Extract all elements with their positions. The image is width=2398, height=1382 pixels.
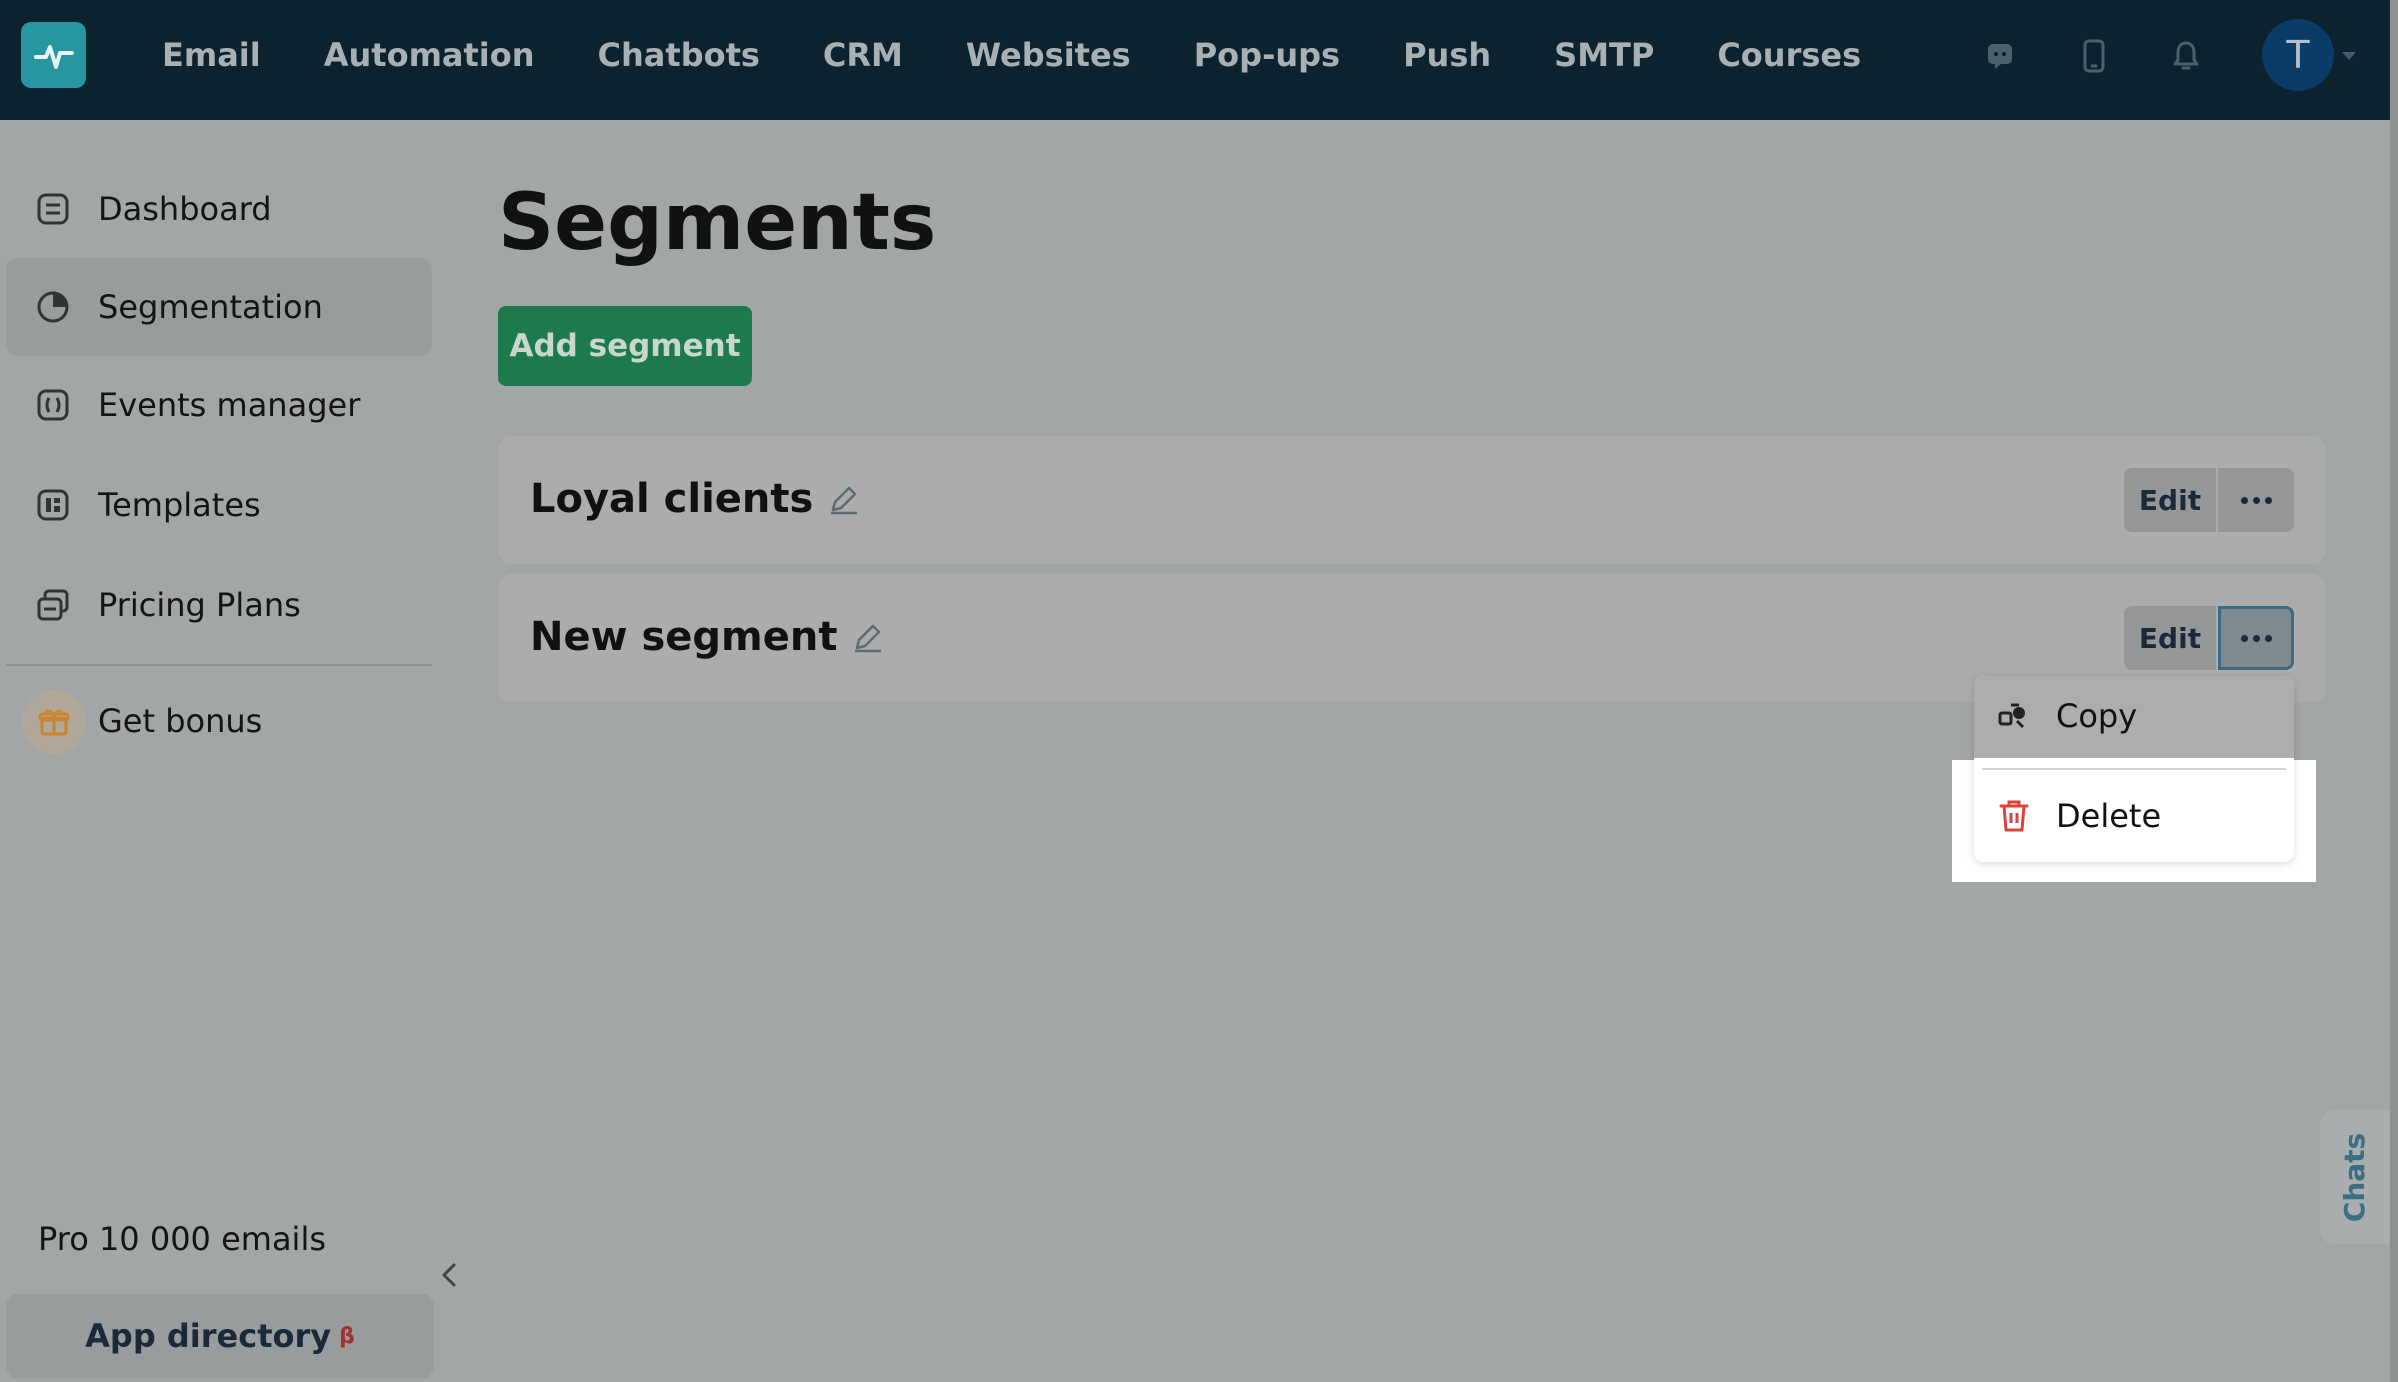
segment-options-menu: Copy Delete [1974, 676, 2294, 862]
segmentation-icon [34, 288, 72, 326]
gift-icon [22, 690, 86, 754]
segment-title: New segment [530, 614, 838, 660]
nav-crm[interactable]: CRM [823, 36, 903, 74]
edit-button[interactable]: Edit [2124, 468, 2216, 532]
segment-name: New segment [530, 614, 885, 660]
sidebar-item-dashboard[interactable]: Dashboard [6, 160, 432, 258]
plan-label: Pro 10 000 emails [38, 1220, 326, 1258]
app-directory-label: App directory [85, 1317, 332, 1355]
main-nav: Email Automation Chatbots CRM Websites P… [162, 0, 1924, 110]
chat-bubble-icon[interactable] [1980, 36, 2020, 76]
chats-label: Chats [2338, 1132, 2372, 1222]
pricing-icon [34, 586, 72, 624]
nav-popups[interactable]: Pop-ups [1194, 36, 1340, 74]
nav-smtp[interactable]: SMTP [1554, 36, 1654, 74]
chats-tab[interactable]: Chats [2320, 1110, 2390, 1244]
sidebar-item-label: Events manager [98, 386, 361, 424]
sidebar-item-templates[interactable]: Templates [6, 456, 432, 554]
sidebar-item-pricing-plans[interactable]: Pricing Plans [6, 556, 432, 654]
top-navigation-bar: Email Automation Chatbots CRM Websites P… [0, 0, 2390, 120]
dashboard-icon [34, 190, 72, 228]
mobile-icon[interactable] [2074, 36, 2114, 76]
segment-title: Loyal clients [530, 476, 814, 522]
avatar[interactable]: T [2262, 19, 2334, 91]
menu-item-copy[interactable]: Copy [1974, 676, 2294, 756]
pencil-icon[interactable] [851, 620, 885, 654]
nav-automation[interactable]: Automation [324, 36, 535, 74]
app-directory-button[interactable]: App directory β [6, 1294, 434, 1378]
pencil-icon[interactable] [827, 482, 861, 516]
sidebar-item-label: Segmentation [98, 288, 323, 326]
sidebar-item-segmentation[interactable]: Segmentation [6, 258, 432, 356]
collapse-sidebar-button[interactable] [436, 1260, 462, 1290]
menu-item-label: Copy [2056, 697, 2138, 735]
trash-icon [1996, 798, 2032, 834]
templates-icon [34, 486, 72, 524]
sidebar-divider [6, 664, 432, 666]
nav-chatbots[interactable]: Chatbots [598, 36, 760, 74]
more-options-button[interactable] [2218, 606, 2294, 670]
segment-card: Loyal clients Edit [498, 436, 2326, 564]
sidebar-item-label: Pricing Plans [98, 586, 301, 624]
scrollbar[interactable] [2390, 0, 2398, 1382]
nav-push[interactable]: Push [1403, 36, 1491, 74]
beta-badge: β [339, 1323, 355, 1349]
sidebar-item-label: Get bonus [98, 702, 263, 740]
page-title: Segments [498, 178, 937, 268]
chevron-left-icon [442, 1263, 456, 1287]
avatar-initial: T [2286, 33, 2310, 77]
more-options-button[interactable] [2218, 468, 2294, 532]
sidebar-item-label: Templates [98, 486, 261, 524]
menu-item-delete[interactable]: Delete [1974, 776, 2294, 856]
copy-icon [1996, 698, 2032, 734]
edit-button[interactable]: Edit [2124, 606, 2216, 670]
pulse-logo-icon [33, 45, 74, 69]
bell-icon[interactable] [2166, 36, 2206, 76]
events-icon [34, 386, 72, 424]
more-dots-icon [2240, 634, 2272, 642]
nav-courses[interactable]: Courses [1717, 36, 1861, 74]
nav-email[interactable]: Email [162, 36, 261, 74]
app-logo[interactable] [21, 22, 86, 88]
segment-actions: Edit [2124, 468, 2294, 532]
sidebar-item-events-manager[interactable]: Events manager [6, 356, 432, 454]
sidebar-item-label: Dashboard [98, 190, 272, 228]
segment-name: Loyal clients [530, 476, 861, 522]
segment-actions: Edit [2124, 606, 2294, 670]
menu-divider [1982, 768, 2286, 770]
chevron-down-icon[interactable] [2342, 52, 2356, 60]
add-segment-button[interactable]: Add segment [498, 306, 752, 386]
menu-item-label: Delete [2056, 797, 2162, 835]
more-dots-icon [2240, 496, 2272, 504]
nav-websites[interactable]: Websites [966, 36, 1131, 74]
